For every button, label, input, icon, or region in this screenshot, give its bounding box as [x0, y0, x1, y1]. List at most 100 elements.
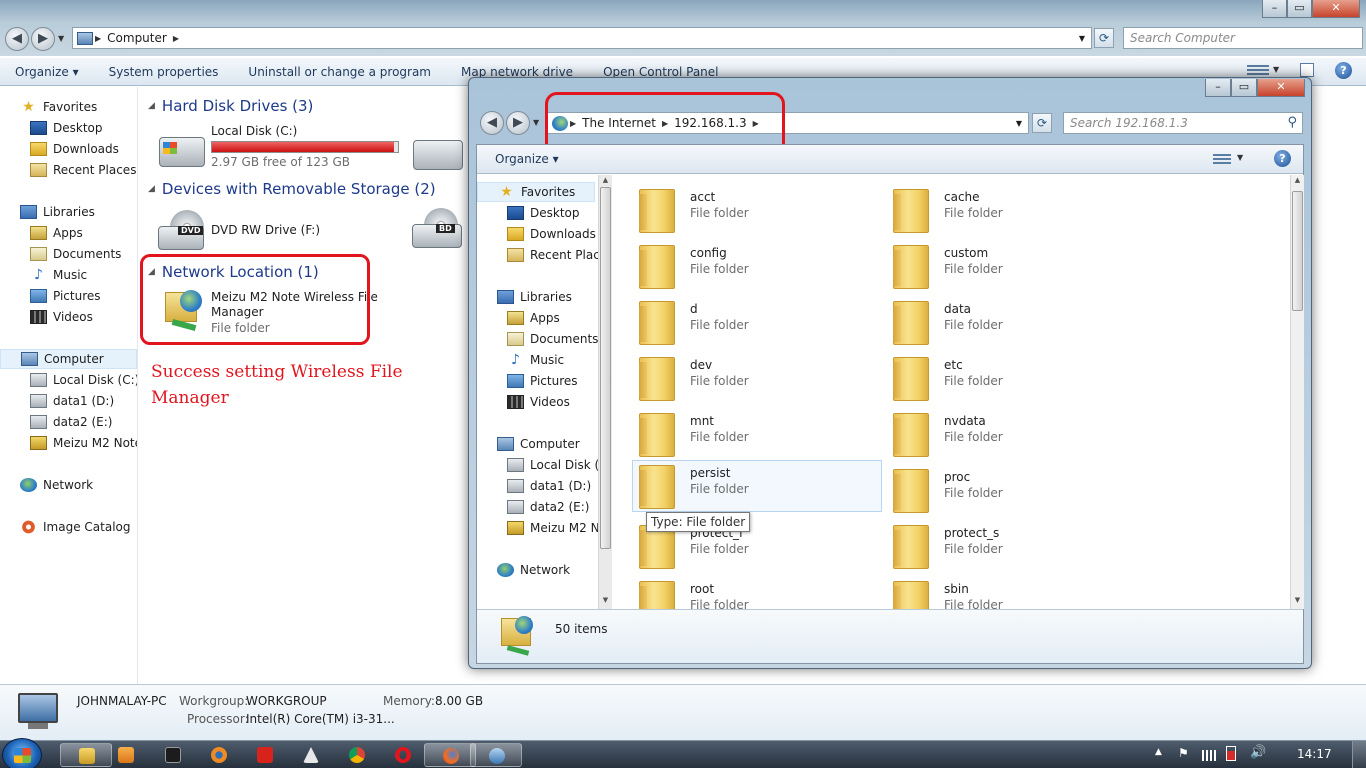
recent-pages-dropdown[interactable]: ▼ [533, 118, 539, 127]
address-dropdown-icon[interactable]: ▼ [1016, 119, 1022, 128]
help-icon[interactable]: ? [1274, 150, 1291, 167]
nav-network[interactable]: Network [497, 560, 570, 580]
taskbar-chrome[interactable] [331, 743, 383, 767]
nav-local-disk[interactable]: Local Disk (C:) [30, 370, 137, 390]
nav-desktop[interactable]: Desktop [507, 203, 580, 223]
refresh-icon[interactable]: ⟳ [1094, 28, 1114, 48]
folder-item[interactable]: root File folder [633, 577, 883, 609]
search-icon[interactable]: ⚲ [1287, 115, 1297, 130]
nav-recent-places[interactable]: Recent Places [507, 245, 607, 265]
dvd-drive-name[interactable]: DVD RW Drive (F:) [211, 223, 320, 237]
taskbar-firefox[interactable] [424, 743, 476, 767]
data-drive-icon[interactable] [413, 140, 463, 170]
folder-item[interactable]: sbin File folder [887, 577, 1137, 609]
show-desktop-button[interactable] [1352, 741, 1366, 768]
folder-item[interactable]: cache File folder [887, 185, 1137, 237]
maximize-button[interactable]: ▭ [1231, 79, 1257, 97]
content-scroll-thumb[interactable] [1292, 191, 1303, 311]
nav-downloads[interactable]: Downloads [30, 139, 119, 159]
forward-button[interactable]: ▶ [506, 111, 530, 135]
scroll-up-icon[interactable]: ▲ [1291, 176, 1304, 184]
nav-data1[interactable]: data1 (D:) [507, 476, 591, 496]
preview-pane-icon[interactable] [1300, 63, 1314, 77]
folder-item[interactable]: protect_s File folder [887, 521, 1137, 573]
maximize-button[interactable]: ▭ [1287, 0, 1312, 18]
nav-pictures[interactable]: Pictures [507, 371, 578, 391]
organize-button[interactable]: Organize ▾ [0, 65, 94, 79]
taskbar-opera[interactable] [377, 743, 429, 767]
nav-meizu[interactable]: Meizu M2 No [507, 518, 607, 538]
forward-button[interactable]: ▶ [31, 27, 55, 51]
nav-desktop[interactable]: Desktop [30, 118, 103, 138]
scroll-up-icon[interactable]: ▲ [599, 176, 612, 184]
nav-computer[interactable]: Computer [497, 434, 580, 454]
address-dropdown-icon[interactable]: ▼ [1079, 34, 1085, 43]
help-icon[interactable]: ? [1335, 62, 1352, 79]
folder-item[interactable]: mnt File folder [633, 409, 883, 461]
folder-item[interactable]: acct File folder [633, 185, 883, 237]
nav-data1[interactable]: data1 (D:) [30, 391, 114, 411]
nav-pane-scroll-thumb[interactable] [600, 187, 611, 549]
taskbar-acrobat[interactable] [239, 743, 291, 767]
nav-libraries[interactable]: Libraries [20, 202, 95, 222]
nav-videos[interactable]: Videos [30, 307, 93, 327]
scroll-down-icon[interactable]: ▼ [599, 596, 612, 604]
close-button[interactable]: ✕ [1257, 79, 1305, 97]
taskbar-unity[interactable] [285, 743, 337, 767]
nav-favorites[interactable]: ★ Favorites [20, 97, 97, 117]
nav-image-catalog[interactable]: Image Catalog [20, 517, 130, 537]
back-button[interactable]: ◀ [5, 27, 29, 51]
nav-favorites[interactable]: ★ Favorites [477, 182, 595, 202]
folder-item[interactable]: data File folder [887, 297, 1137, 349]
close-button[interactable]: ✕ [1312, 0, 1360, 18]
show-hidden-icons-button[interactable]: ▲ [1155, 747, 1162, 757]
nav-network[interactable]: Network [20, 475, 93, 495]
system-properties-button[interactable]: System properties [94, 65, 234, 79]
minimize-button[interactable]: – [1205, 79, 1231, 97]
taskbar-media-player[interactable] [100, 743, 152, 767]
local-disk-icon[interactable] [159, 137, 205, 167]
nav-music[interactable]: ♪ Music [30, 265, 87, 285]
content-scrollbar[interactable]: ▲ ▼ [1290, 175, 1304, 609]
nav-computer[interactable]: Computer [0, 349, 137, 369]
breadcrumb-computer[interactable]: Computer [107, 31, 167, 45]
change-view-icon[interactable] [1213, 154, 1231, 166]
uninstall-program-button[interactable]: Uninstall or change a program [233, 65, 446, 79]
refresh-icon[interactable]: ⟳ [1032, 113, 1052, 133]
folder-item[interactable]: custom File folder [887, 241, 1137, 293]
view-dropdown-icon[interactable]: ▼ [1273, 65, 1279, 74]
section-removable-storage[interactable]: ◢ Devices with Removable Storage (2) [148, 180, 436, 198]
address-bar[interactable]: ▶ Computer ▶ ▼ [72, 27, 1092, 49]
nav-downloads[interactable]: Downloads [507, 224, 596, 244]
section-hard-disk-drives[interactable]: ◢ Hard Disk Drives (3) [148, 97, 313, 115]
folder-item[interactable]: config File folder [633, 241, 883, 293]
folder-item-hovered[interactable]: persist File folder [632, 460, 882, 512]
minimize-button[interactable]: – [1262, 0, 1287, 18]
nav-meizu[interactable]: Meizu M2 Note W [30, 433, 137, 453]
search-input[interactable]: Search Computer [1123, 27, 1363, 49]
folder-item[interactable]: nvdata File folder [887, 409, 1137, 461]
recent-pages-dropdown[interactable]: ▼ [58, 34, 64, 43]
signal-strength-icon[interactable] [1202, 750, 1216, 761]
local-disk-name[interactable]: Local Disk (C:) [211, 124, 297, 138]
folder-item[interactable]: proc File folder [887, 465, 1137, 517]
nav-libraries[interactable]: Libraries [497, 287, 572, 307]
volume-icon[interactable]: 🔊 [1250, 745, 1266, 760]
nav-data2[interactable]: data2 (E:) [30, 412, 112, 432]
search-input[interactable]: Search 192.168.1.3 ⚲ [1063, 112, 1303, 134]
taskbar-blender[interactable] [193, 743, 245, 767]
view-dropdown-icon[interactable]: ▼ [1237, 153, 1243, 162]
nav-music[interactable]: ♪ Music [507, 350, 564, 370]
taskbar-epic[interactable] [147, 743, 199, 767]
folder-item[interactable]: dev File folder [633, 353, 883, 405]
nav-documents[interactable]: Documents [30, 244, 121, 264]
clock[interactable]: 14:17 [1297, 747, 1332, 761]
nav-pane-scrollbar[interactable]: ▲ ▼ [598, 175, 612, 609]
folder-item[interactable]: d File folder [633, 297, 883, 349]
nav-local-disk[interactable]: Local Disk (C: [507, 455, 607, 475]
organize-button[interactable]: Organize ▾ [495, 152, 559, 166]
nav-apps[interactable]: Apps [30, 223, 83, 243]
scroll-down-icon[interactable]: ▼ [1291, 596, 1304, 604]
nav-videos[interactable]: Videos [507, 392, 570, 412]
nav-apps[interactable]: Apps [507, 308, 560, 328]
